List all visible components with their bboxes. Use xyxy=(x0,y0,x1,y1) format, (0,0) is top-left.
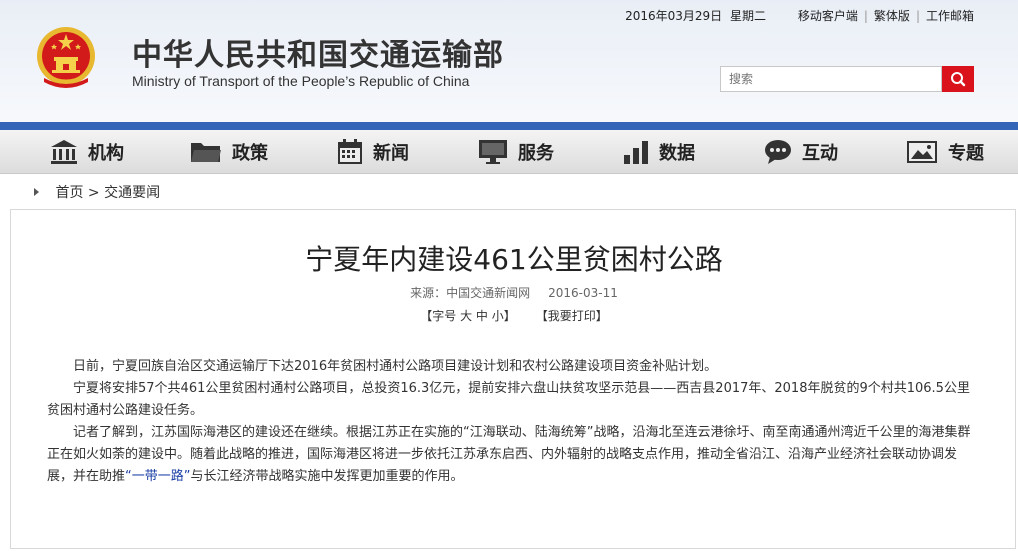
calendar-icon xyxy=(338,139,362,164)
breadcrumb-home-link[interactable]: 首页 xyxy=(55,185,83,201)
breadcrumb: 首页 > 交通要闻 xyxy=(34,182,160,202)
nav-item-interaction[interactable]: 互动 xyxy=(764,130,838,174)
breadcrumb-arrow-icon xyxy=(34,188,39,196)
monitor-icon xyxy=(479,140,507,164)
nav-label: 机构 xyxy=(88,143,124,164)
nav-item-organization[interactable]: 机构 xyxy=(50,130,124,174)
picture-icon xyxy=(907,141,937,163)
nav-item-data[interactable]: 数据 xyxy=(623,130,695,174)
article-body: 日前，宁夏回族自治区交通运输厅下达2016年贫困村通村公路项目建设计划和农村公路… xyxy=(47,356,977,488)
search-icon xyxy=(951,72,966,87)
article-paragraph: 记者了解到，江苏国际海港区的建设还在继续。根据江苏正在实施的“江海联动、陆海统筹… xyxy=(47,422,977,488)
article-paragraph: 日前，宁夏回族自治区交通运输厅下达2016年贫困村通村公路项目建设计划和农村公路… xyxy=(73,359,718,374)
nav-label: 数据 xyxy=(659,143,695,164)
print-button[interactable]: 【我要打印】 xyxy=(542,309,608,323)
top-utility-bar: 2016年03月29日 星期二 移动客户端 | 繁体版 | 工作邮箱 xyxy=(621,7,974,24)
site-title-english: Ministry of Transport of the People’s Re… xyxy=(132,73,470,89)
bar-chart-icon xyxy=(624,141,648,164)
site-header: 2016年03月29日 星期二 移动客户端 | 繁体版 | 工作邮箱 中华人民共和国交通… xyxy=(0,0,1018,126)
paragraph-text: 与长江经济带战略实施中发挥更加重要的作用。 xyxy=(190,469,464,484)
font-size-control[interactable]: 【字号 大 中 小】 xyxy=(420,309,515,323)
nav-label: 服务 xyxy=(518,143,554,164)
national-emblem-icon xyxy=(37,27,95,88)
folder-icon xyxy=(191,143,221,162)
breadcrumb-section-link[interactable]: 交通要闻 xyxy=(104,185,160,201)
belt-and-road-link[interactable]: “一带一路” xyxy=(125,469,190,484)
nav-label: 政策 xyxy=(232,143,268,164)
work-email-link[interactable]: 工作邮箱 xyxy=(926,9,974,23)
breadcrumb-separator: > xyxy=(87,185,100,201)
site-title-chinese[interactable]: 中华人民共和国交通运输部 xyxy=(132,30,504,74)
nav-item-services[interactable]: 服务 xyxy=(478,130,554,174)
nav-item-news[interactable]: 新闻 xyxy=(337,130,409,174)
current-weekday: 星期二 xyxy=(730,9,767,23)
nav-label: 新闻 xyxy=(373,143,409,164)
current-date: 2016年03月29日 xyxy=(625,9,723,23)
chat-bubble-icon xyxy=(765,140,791,164)
article-date: 2016-03-11 xyxy=(548,286,618,300)
nav-item-policy[interactable]: 政策 xyxy=(190,130,268,174)
nav-item-topics[interactable]: 专题 xyxy=(906,130,984,174)
header-accent-bar xyxy=(0,122,1018,130)
article-container: 宁夏年内建设461公里贫困村公路 来源：中国交通新闻网 2016-03-11 【字… xyxy=(10,209,1016,549)
building-icon xyxy=(51,140,77,164)
link-separator: | xyxy=(915,9,920,23)
nav-label: 专题 xyxy=(948,143,984,164)
search-input[interactable] xyxy=(720,66,942,92)
nav-label: 互动 xyxy=(802,143,838,164)
search-button[interactable] xyxy=(942,66,974,92)
article-title: 宁夏年内建设461公里贫困村公路 xyxy=(305,243,723,276)
search-box xyxy=(720,66,974,92)
article-tools: 【字号 大 中 小】 【我要打印】 xyxy=(11,307,1017,324)
article-meta: 来源：中国交通新闻网 2016-03-11 xyxy=(11,284,1017,301)
article-source: 来源：中国交通新闻网 xyxy=(410,286,531,300)
traditional-chinese-link[interactable]: 繁体版 xyxy=(874,9,910,23)
main-navigation: 机构 政策 新闻 服务 数据 互动 专题 xyxy=(0,130,1018,174)
article-paragraph: 宁夏将安排57个共461公里贫困村通村公路项目，总投资16.3亿元，提前安排六盘… xyxy=(47,381,970,418)
link-separator: | xyxy=(863,9,868,23)
mobile-client-link[interactable]: 移动客户端 xyxy=(798,9,858,23)
